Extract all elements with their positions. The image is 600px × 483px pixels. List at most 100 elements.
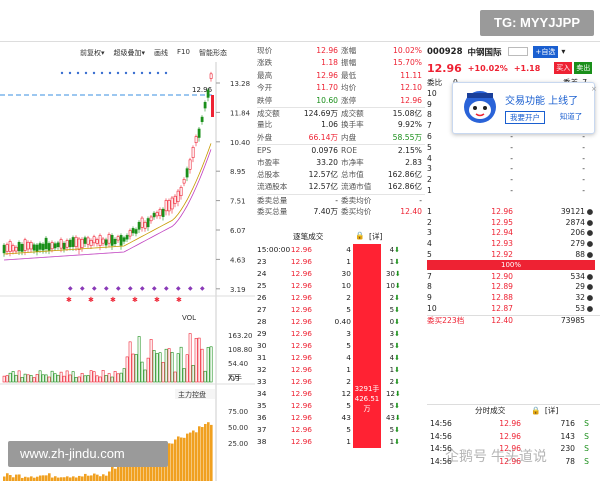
- buy-level-row[interactable]: 2 12.95 2874 ●: [427, 218, 600, 229]
- trades-panel[interactable]: 分时成交 🔒 [详] 14:56 12.96 716 S 14:56 12.96 143 S 14:5…: [427, 404, 600, 481]
- tick-count: 12⬇: [386, 388, 401, 400]
- sell-level-row[interactable]: 1 - -: [427, 186, 600, 197]
- buy-level-row[interactable]: 10 12.87 53 ●: [427, 304, 600, 315]
- down-arrow-icon: ⬇: [394, 270, 401, 278]
- tick-row: 33 12.96 2 S 2⬇: [257, 376, 425, 388]
- add-watch-button[interactable]: +自选: [532, 45, 559, 58]
- tick-price: 12.96: [290, 329, 312, 338]
- trade-volume: 716: [560, 418, 576, 428]
- stock-change-pct: +10.02%: [467, 63, 508, 73]
- tick-time: 29: [257, 329, 267, 338]
- fund-bar: [189, 432, 192, 481]
- ticks-summary-amount: 426.51万: [354, 395, 380, 413]
- sell-button[interactable]: 卖出: [574, 62, 593, 74]
- volume-bar: [26, 374, 30, 383]
- buy-level-row[interactable]: 8 12.89 29 ●: [427, 282, 600, 293]
- candle-body: [167, 200, 171, 212]
- volume-bar: [122, 368, 126, 383]
- sell-price-placeholder: -: [510, 153, 513, 163]
- buy-level: 10: [427, 303, 437, 313]
- buy-level-row[interactable]: 1 12.96 39121 ●: [427, 207, 600, 218]
- chevron-down-icon[interactable]: ▾: [561, 47, 565, 56]
- quote-label: 委买总量: [257, 207, 288, 217]
- search-input[interactable]: [507, 47, 528, 56]
- toolbar-fuquan[interactable]: 前复权▾: [80, 48, 105, 60]
- sell-level-row[interactable]: 2 - -: [427, 175, 600, 186]
- buy-price: 12.93: [491, 239, 513, 249]
- buy-level-row[interactable]: 7 12.90 534 ●: [427, 272, 600, 283]
- ticks-list[interactable]: 15:00:0012.964 S4⬇2312.961 S1⬇2412.9630 …: [257, 244, 425, 448]
- dismiss-button[interactable]: 知道了: [551, 111, 591, 124]
- vol-axis-label: 108.80: [228, 346, 253, 354]
- close-icon[interactable]: ×: [591, 85, 597, 93]
- fund-bar: [177, 436, 180, 481]
- tick-row: 38 12.96 1 S 1⬇: [257, 436, 425, 448]
- tick-price: 12.96: [290, 341, 312, 350]
- toolbar-overlay[interactable]: 超级叠加▾: [114, 48, 146, 60]
- buy-total-price: 12.40: [491, 315, 513, 325]
- volume-bar: [128, 341, 132, 383]
- volume-bar: [62, 375, 66, 383]
- sell-level-row[interactable]: 5 - -: [427, 143, 600, 154]
- price-axis-label: 10.40: [230, 139, 250, 147]
- sell-level-row[interactable]: 3 - -: [427, 164, 600, 175]
- quote-value: 11.70: [316, 83, 338, 93]
- tick-row: 26 12.96 2 S 2⬇: [257, 292, 425, 304]
- candle-body: [8, 241, 12, 252]
- volume-bar: [2, 375, 6, 383]
- fund-bar: [207, 422, 210, 481]
- volume-bar: [200, 348, 204, 383]
- quote-value: 162.86亿: [387, 169, 422, 179]
- tick-count: 5⬇: [386, 400, 400, 412]
- quote-label: 总股本: [257, 169, 280, 179]
- quote-label: 委卖均价: [341, 195, 372, 205]
- sell-level: 2: [427, 175, 432, 185]
- candle-body: [146, 218, 150, 228]
- quote-value: 10.60: [316, 95, 338, 105]
- sell-level: 6: [427, 131, 432, 141]
- fund-bar: [114, 468, 117, 481]
- quote-value: 7.40万: [313, 207, 338, 217]
- ticks-detail-link[interactable]: [详]: [369, 231, 383, 242]
- buy-level-row[interactable]: 9 12.88 32 ●: [427, 293, 600, 304]
- trades-detail-link[interactable]: [详]: [545, 405, 559, 418]
- candle-body: [86, 237, 90, 245]
- buy-level-row[interactable]: 4 12.93 279 ●: [427, 239, 600, 250]
- volume-bar: [59, 371, 63, 383]
- stock-code: 000928: [427, 46, 463, 57]
- quote-row: 总股本 12.57亿 总市值 162.86亿: [257, 169, 425, 181]
- sell-volume-placeholder: -: [582, 153, 585, 163]
- candle-body: [134, 229, 138, 234]
- toolbar-f10[interactable]: F10: [177, 48, 190, 60]
- candle-body: [206, 89, 210, 98]
- tick-row: 24 12.96 30 S 30⬇: [257, 268, 425, 280]
- order-dot-icon: ●: [586, 239, 594, 249]
- candle-body: [110, 234, 114, 246]
- volume-bar: [203, 370, 207, 383]
- quote-value: 15.08亿: [392, 108, 422, 118]
- candle-body: [104, 239, 108, 246]
- quote-value: 10.02%: [393, 46, 422, 55]
- candle-body: [74, 236, 78, 247]
- down-arrow-icon: ⬇: [394, 318, 400, 326]
- trade-time: 14:56: [430, 431, 452, 441]
- sell-volume-placeholder: -: [582, 185, 585, 195]
- tick-volume: 4 S: [346, 353, 358, 362]
- sell-level: 4: [427, 153, 432, 163]
- open-account-button[interactable]: 我要开户: [505, 111, 545, 124]
- signal-dot-icon: [76, 71, 80, 75]
- buy-level-row[interactable]: 3 12.94 206 ●: [427, 228, 600, 239]
- toolbar-draw[interactable]: 画线: [154, 48, 168, 60]
- event-marker-icon: ◆: [68, 285, 73, 292]
- toolbar-pattern[interactable]: 智能形态: [199, 48, 227, 60]
- buy-button[interactable]: 买入: [554, 62, 573, 74]
- tick-volume: 3 S: [346, 329, 358, 338]
- quote-label: 涨跌: [257, 58, 273, 68]
- kline-chart[interactable]: 13.28 11.84 10.40 8.95 7.51 6.07 4.63 3.19 12.96…: [0, 62, 255, 481]
- sell-level-row[interactable]: 4 - -: [427, 154, 600, 165]
- tick-price: 12.96: [290, 377, 312, 386]
- tick-count-value: 43: [386, 414, 395, 422]
- quote-row: 最高 12.96 最低 11.11: [257, 70, 425, 82]
- fund-bar: [15, 474, 18, 481]
- candle-body: [26, 241, 30, 250]
